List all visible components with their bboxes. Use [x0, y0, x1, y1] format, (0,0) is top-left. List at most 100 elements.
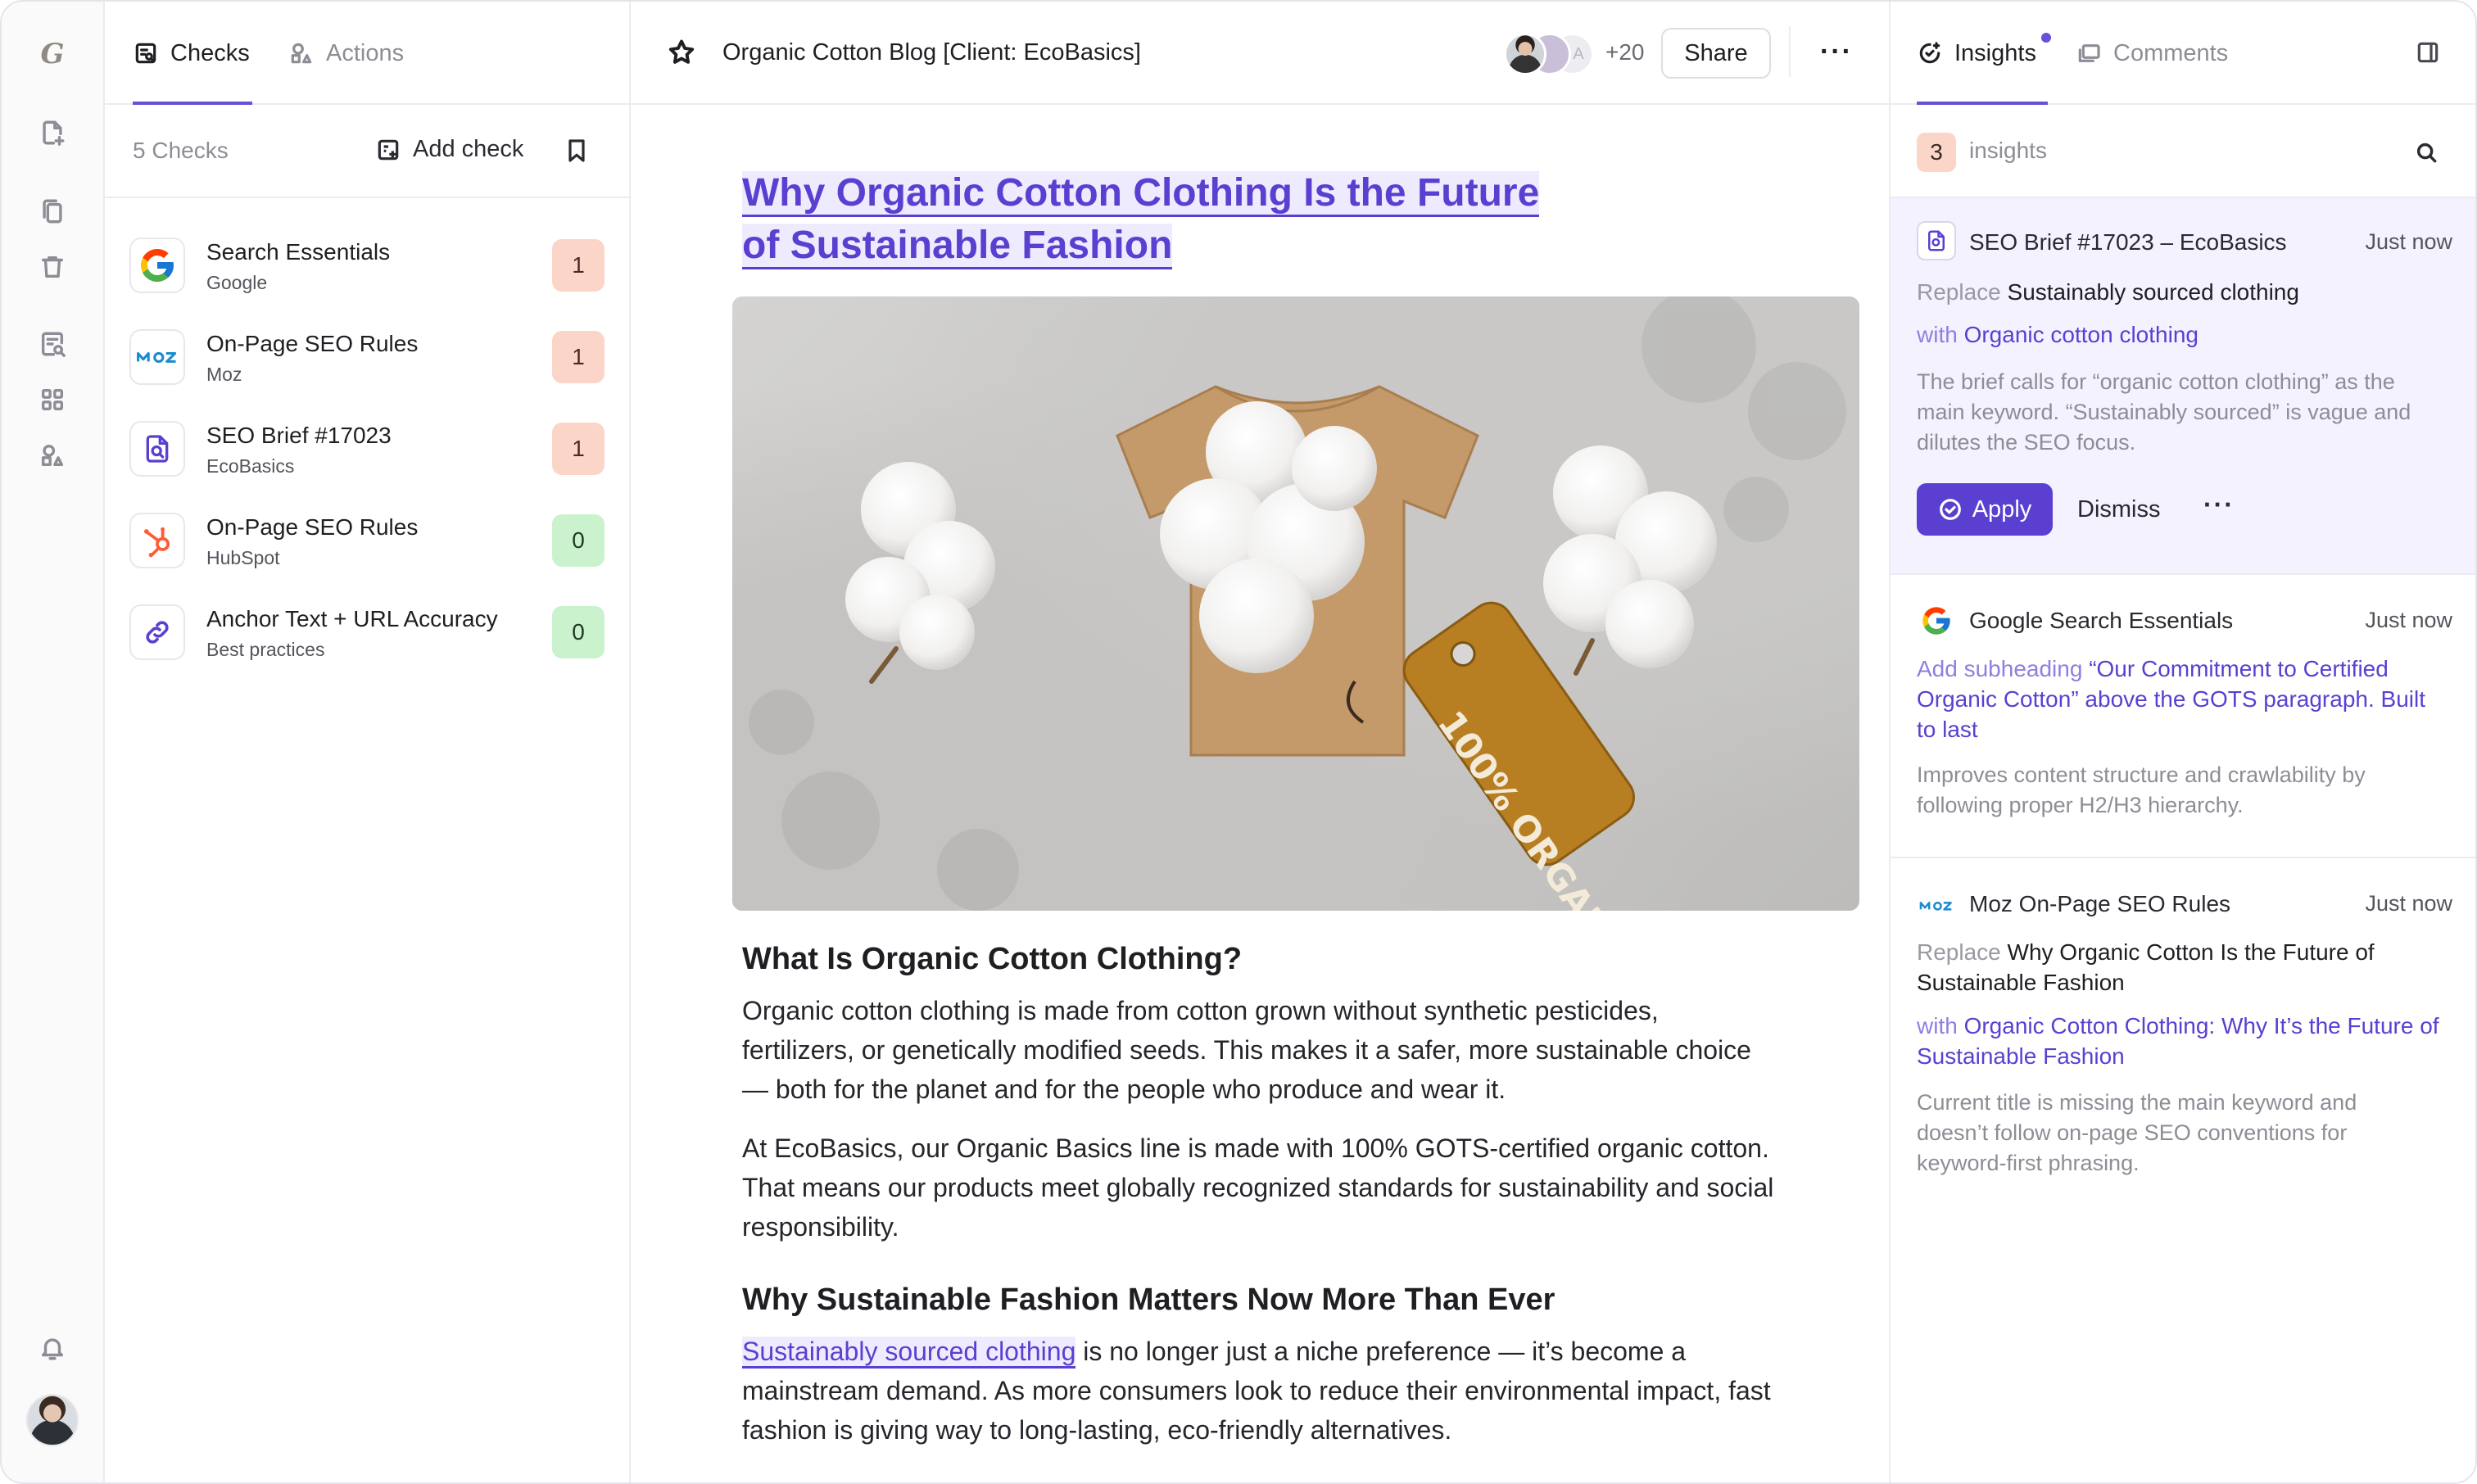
trash-icon[interactable]: [36, 251, 69, 283]
google-logo: [129, 238, 185, 293]
collaborators-extra-count[interactable]: +20: [1605, 39, 1645, 66]
check-item-seo-brief[interactable]: SEO Brief #17023 EcoBasics 1: [129, 413, 605, 486]
more-options-icon[interactable]: ···: [1820, 36, 1853, 68]
insight-add-line: Add subheading “Our Commitment to Certif…: [1917, 654, 2441, 744]
article-title[interactable]: Why Organic Cotton Clothing Is the Futur…: [742, 167, 1578, 272]
article-title-line1: Why Organic Cotton Clothing Is the Futur…: [742, 171, 1540, 217]
insights-panel: Insights Comments 3 insights SEO Brief #…: [1889, 2, 2475, 1482]
insights-tabs: Insights Comments: [1891, 2, 2475, 105]
favorite-star-icon[interactable]: [667, 38, 696, 71]
insights-toolbar: 3 insights: [1891, 105, 2475, 198]
insight-note: Current title is missing the main keywor…: [1917, 1090, 2357, 1175]
check-source: EcoBasics: [206, 455, 295, 477]
check-source: HubSpot: [206, 547, 280, 568]
section-heading-1[interactable]: What Is Organic Cotton Clothing?: [742, 942, 1242, 977]
replace-prefix: Replace: [1917, 279, 2008, 305]
check-item-google[interactable]: Search Essentials Google 1: [129, 229, 605, 303]
section-heading-2[interactable]: Why Sustainable Fashion Matters Now More…: [742, 1283, 1555, 1318]
avatar-initials: A: [1573, 44, 1584, 63]
search-icon: [2416, 143, 2437, 163]
google-logo: [1917, 601, 1956, 640]
new-document-icon[interactable]: [36, 116, 69, 149]
editor-header: Organic Cotton Blog [Client: EcoBasics] …: [631, 2, 1889, 105]
check-name: SEO Brief #17023: [206, 423, 392, 448]
insight-source: Google Search Essentials: [1969, 608, 2234, 633]
insight-source: Moz On-Page SEO Rules: [1969, 891, 2231, 916]
tab-actions-label: Actions: [326, 39, 405, 66]
replace-text: Sustainably sourced clothing: [2007, 279, 2299, 305]
flagged-phrase[interactable]: Sustainably sourced clothing: [742, 1337, 1076, 1369]
document-editor: Organic Cotton Blog [Client: EcoBasics] …: [631, 2, 1889, 1482]
replace-prefix: Replace: [1917, 939, 2008, 965]
collaborator-avatars[interactable]: A: [1504, 33, 1594, 75]
checklist-icon: [135, 43, 156, 64]
check-name: On-Page SEO Rules: [206, 331, 419, 356]
checks-count: 5 Checks: [133, 138, 229, 163]
moz-logo: [129, 329, 185, 385]
add-check-label: Add check: [413, 136, 524, 162]
apps-grid-icon[interactable]: [36, 383, 69, 416]
insight-card-google[interactable]: Google Search Essentials Just now Add su…: [1891, 575, 2475, 858]
header-divider: [1789, 26, 1791, 77]
shapes-icon: [291, 43, 312, 64]
add-check-icon: [378, 139, 399, 160]
paragraph-2[interactable]: At EcoBasics, our Organic Basics line is…: [742, 1129, 1774, 1246]
share-button[interactable]: Share: [1661, 28, 1771, 79]
apply-label: Apply: [1972, 495, 2032, 523]
insight-note: The brief calls for “organic cotton clot…: [1917, 369, 2411, 455]
with-text: Organic cotton clothing: [1963, 322, 2199, 347]
paragraph-3[interactable]: Sustainably sourced clothing is no longe…: [742, 1332, 1774, 1450]
panel-toggle-button[interactable]: [2415, 39, 2441, 70]
apply-button[interactable]: Apply: [1917, 483, 2053, 536]
insight-time: Just now: [2365, 891, 2452, 916]
check-source: Google: [206, 272, 268, 293]
bookmark-icon: [568, 139, 585, 162]
insight-replace-line: Replace Sustainably sourced clothing: [1917, 277, 2441, 307]
checks-toolbar: 5 Checks Add check: [105, 105, 629, 198]
insight-note: Improves content structure and crawlabil…: [1917, 762, 2366, 817]
check-name: Search Essentials: [206, 239, 391, 265]
link-icon: [129, 604, 185, 660]
issue-count-badge: 1: [552, 331, 605, 383]
check-source: Moz: [206, 364, 242, 385]
checks-panel: Checks Actions 5 Checks Add check Search…: [105, 2, 631, 1482]
tab-actions[interactable]: Actions: [288, 36, 404, 70]
search-button[interactable]: [2413, 139, 2439, 170]
dismiss-button[interactable]: Dismiss: [2077, 496, 2161, 523]
check-name: On-Page SEO Rules: [206, 514, 419, 540]
check-circle-icon: [1939, 499, 1961, 520]
notifications-bell-icon[interactable]: [36, 1332, 69, 1364]
collaborator-avatar: [1504, 33, 1546, 75]
article-title-line2: of Sustainable Fashion: [742, 224, 1173, 269]
add-check-button[interactable]: Add check: [375, 136, 523, 163]
insight-with-line: with Organic cotton clothing: [1917, 319, 2441, 350]
unread-dot: [2041, 33, 2051, 43]
bookmark-button[interactable]: [564, 138, 590, 168]
check-item-anchor-text[interactable]: Anchor Text + URL Accuracy Best practice…: [129, 596, 605, 670]
ok-count-badge: 0: [552, 514, 605, 567]
documents-icon[interactable]: [36, 195, 69, 228]
insight-time: Just now: [2365, 608, 2452, 632]
tab-checks[interactable]: Checks: [133, 36, 250, 70]
insight-card-moz[interactable]: Moz On-Page SEO Rules Just now Replace W…: [1891, 858, 2475, 1186]
card-more-icon[interactable]: ···: [2203, 490, 2235, 520]
checks-icon[interactable]: [36, 328, 69, 360]
ok-count-badge: 0: [552, 606, 605, 658]
hero-image: 100% ORGANIC COTTON: [732, 296, 1859, 911]
actions-shapes-icon[interactable]: [36, 439, 69, 472]
with-prefix: with: [1917, 1013, 1964, 1038]
insight-card-seo-brief[interactable]: SEO Brief #17023 – EcoBasics Just now Re…: [1891, 198, 2475, 575]
add-prefix: Add subheading: [1917, 656, 2090, 681]
insights-sparkle-icon: [1919, 42, 1940, 64]
check-item-hubspot[interactable]: On-Page SEO Rules HubSpot 0: [129, 504, 605, 578]
insight-source: SEO Brief #17023 – EcoBasics: [1969, 229, 2287, 255]
app-logo[interactable]: G: [36, 38, 69, 70]
insight-with-line: with Organic Cotton Clothing: Why It’s t…: [1917, 1011, 2441, 1071]
tab-comments[interactable]: Comments: [2076, 36, 2228, 70]
tab-insights[interactable]: Insights: [1917, 36, 2036, 70]
insight-time: Just now: [2365, 229, 2452, 254]
paragraph-1[interactable]: Organic cotton clothing is made from cot…: [742, 991, 1774, 1109]
check-item-moz[interactable]: On-Page SEO Rules Moz 1: [129, 321, 605, 395]
document-title[interactable]: Organic Cotton Blog [Client: EcoBasics]: [722, 39, 1141, 66]
user-avatar[interactable]: [26, 1394, 79, 1446]
